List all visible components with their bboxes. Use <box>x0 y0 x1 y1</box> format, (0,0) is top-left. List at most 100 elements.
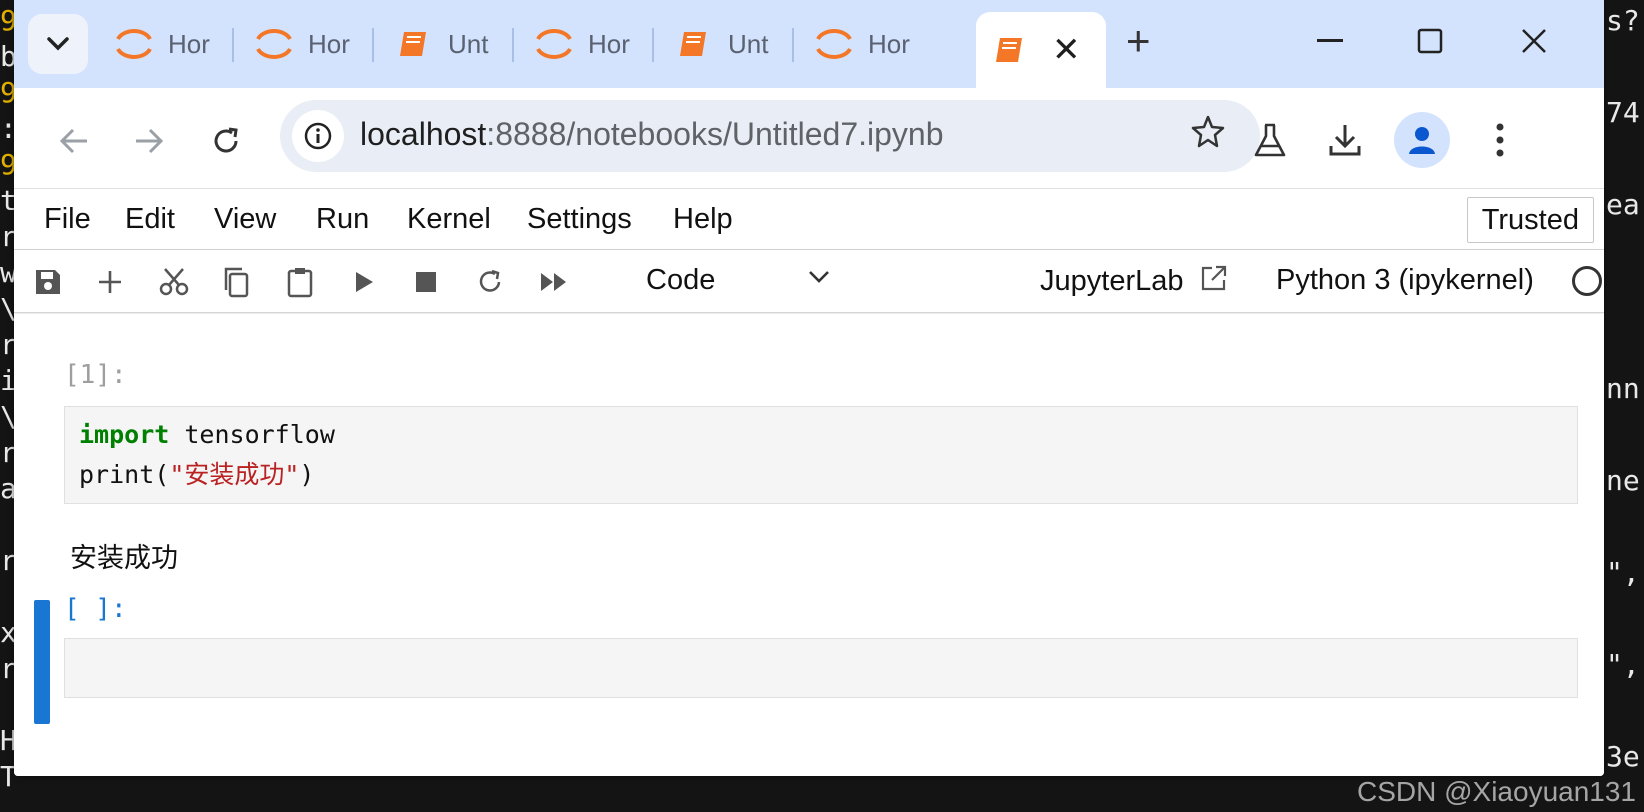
interrupt-kernel-button[interactable] <box>408 264 444 300</box>
browser-tab-active[interactable]: ✕ <box>976 12 1106 88</box>
menu-help[interactable]: Help <box>673 203 733 236</box>
insert-cell-button[interactable] <box>92 264 128 300</box>
browser-menu-button[interactable] <box>1472 112 1528 168</box>
reload-button[interactable] <box>199 114 253 168</box>
terminal-line: ea <box>1606 188 1640 221</box>
menu-edit[interactable]: Edit <box>125 203 175 236</box>
menu-view[interactable]: View <box>214 203 276 236</box>
menu-settings[interactable]: Settings <box>527 203 632 236</box>
maximize-button[interactable] <box>1400 16 1460 66</box>
terminal-line: 74 <box>1606 96 1640 129</box>
kernel-status-icon <box>1572 266 1602 296</box>
terminal-line: ", <box>1606 556 1640 589</box>
browser-tab[interactable]: Hor <box>240 14 374 74</box>
watermark: CSDN @Xiaoyuan131 <box>1356 776 1636 807</box>
chevron-down-icon[interactable] <box>808 270 830 289</box>
tab-separator <box>232 28 234 62</box>
notebook-icon <box>394 24 434 64</box>
code-editor-empty[interactable] <box>64 638 1578 698</box>
maximize-icon <box>1417 28 1443 54</box>
jupyter-icon <box>814 24 854 64</box>
bookmark-star-icon[interactable] <box>1190 114 1226 155</box>
browser-tab[interactable]: Hor <box>520 14 654 74</box>
notebook-icon <box>674 24 714 64</box>
close-tab-icon[interactable]: ✕ <box>1052 33 1081 67</box>
jupyter-icon <box>254 24 294 64</box>
download-icon <box>1329 125 1361 156</box>
restart-run-all-button[interactable] <box>536 264 572 300</box>
chevron-down-icon <box>47 37 69 51</box>
copy-button[interactable] <box>218 264 254 300</box>
downloads-button[interactable] <box>1317 112 1373 168</box>
address-bar[interactable]: localhost:8888/notebooks/Untitled7.ipynb <box>280 100 1260 172</box>
jupyter-icon <box>114 24 154 64</box>
cell-prompt: [1]: <box>64 360 127 390</box>
external-link-icon <box>1201 265 1226 291</box>
menu-run[interactable]: Run <box>316 203 369 236</box>
code-text: ) <box>299 460 315 489</box>
terminal-line: nn <box>1606 372 1640 405</box>
restart-kernel-button[interactable] <box>472 264 508 300</box>
close-icon <box>1522 29 1546 53</box>
cell-output: 安装成功 <box>70 543 178 573</box>
tab-title: Hor <box>868 28 910 59</box>
browser-tab[interactable]: Unt <box>380 14 514 74</box>
trusted-button[interactable]: Trusted <box>1466 197 1594 243</box>
tab-title: Hor <box>168 28 210 59</box>
browser-tab[interactable]: Unt <box>660 14 794 74</box>
jupyterlab-link-label: JupyterLab <box>1040 265 1184 297</box>
profile-avatar[interactable] <box>1394 112 1450 168</box>
browser-tab[interactable]: Hor <box>100 14 234 74</box>
stop-icon <box>416 272 436 292</box>
labs-button[interactable] <box>1242 112 1298 168</box>
minimize-icon <box>1317 39 1343 42</box>
play-icon <box>356 272 373 292</box>
tab-search-button[interactable] <box>28 14 88 74</box>
terminal-line: ne <box>1606 464 1640 497</box>
close-window-button[interactable] <box>1504 16 1564 66</box>
restart-icon <box>479 269 501 292</box>
minimize-button[interactable] <box>1300 16 1360 66</box>
code-editor[interactable]: import tensorflow print("安装成功") <box>64 406 1578 504</box>
cut-button[interactable] <box>156 264 192 300</box>
jupyterlab-link[interactable]: JupyterLab <box>1040 264 1228 298</box>
jupyter-icon <box>534 24 574 64</box>
cell-type-select[interactable]: Code <box>646 264 715 297</box>
site-info-icon[interactable] <box>292 110 344 162</box>
menu-kernel[interactable]: Kernel <box>407 203 491 236</box>
kernel-name[interactable]: Python 3 (ipykernel) <box>1276 264 1534 297</box>
active-cell-indicator <box>34 600 50 724</box>
new-tab-button[interactable]: + <box>1126 20 1151 62</box>
tab-title: Hor <box>588 28 630 59</box>
run-cell-button[interactable] <box>346 264 382 300</box>
notebook-panel: [1]: import tensorflow print("安装成功") 安装成… <box>14 314 1604 776</box>
url-host: localhost <box>360 116 487 152</box>
save-button[interactable] <box>30 264 66 300</box>
code-text: tensorflow <box>169 420 335 449</box>
tab-separator <box>652 28 654 62</box>
arrow-right-icon <box>136 128 164 154</box>
url-text[interactable]: localhost:8888/notebooks/Untitled7.ipynb <box>360 116 944 153</box>
tab-title: Unt <box>728 28 769 59</box>
forward-button[interactable] <box>122 114 176 168</box>
clipboard-icon <box>287 268 313 298</box>
back-button[interactable] <box>47 114 101 168</box>
tab-title: Unt <box>448 28 489 59</box>
terminal-line: 3e <box>1606 740 1640 773</box>
url-path: :8888/notebooks/Untitled7.ipynb <box>486 116 944 152</box>
terminal-line: s? <box>1606 4 1640 37</box>
menu-file[interactable]: File <box>44 203 91 236</box>
reload-icon <box>214 127 238 153</box>
tab-title: Hor <box>308 28 350 59</box>
code-keyword: import <box>79 420 170 449</box>
paste-button[interactable] <box>282 264 318 300</box>
tab-separator <box>792 28 794 62</box>
tab-strip: Hor Hor Unt Hor Unt Hor ✕ + <box>14 0 1604 88</box>
browser-window: Hor Hor Unt Hor Unt Hor ✕ + localhost:88… <box>14 0 1604 776</box>
scissors-icon <box>159 268 189 296</box>
kebab-menu-icon <box>1496 123 1504 157</box>
fast-forward-icon <box>541 273 566 291</box>
tab-separator <box>372 28 374 62</box>
browser-tab[interactable]: Hor <box>800 14 934 74</box>
person-icon <box>1409 127 1435 154</box>
